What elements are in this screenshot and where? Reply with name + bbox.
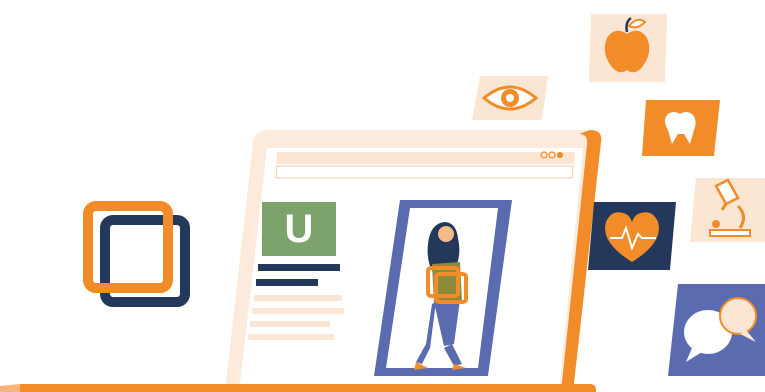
address-bar[interactable] xyxy=(280,166,570,178)
tooth-icon xyxy=(640,98,722,158)
window-stack-icon xyxy=(80,200,195,315)
text-line xyxy=(254,295,342,301)
window-controls xyxy=(540,150,570,160)
eye-icon xyxy=(470,74,550,122)
text-line xyxy=(256,279,318,286)
text-line xyxy=(252,308,344,314)
doorway-illustration xyxy=(370,198,518,376)
heart-rate-icon xyxy=(586,200,678,272)
document-logo: U xyxy=(262,202,336,256)
chat-bubbles-icon xyxy=(666,282,765,378)
laptop-base xyxy=(0,382,600,392)
text-line xyxy=(248,334,334,340)
document-logo-letter: U xyxy=(284,207,314,251)
apple-icon xyxy=(585,12,671,84)
microscope-icon xyxy=(688,176,765,244)
text-line xyxy=(258,264,340,271)
text-line xyxy=(250,321,330,327)
